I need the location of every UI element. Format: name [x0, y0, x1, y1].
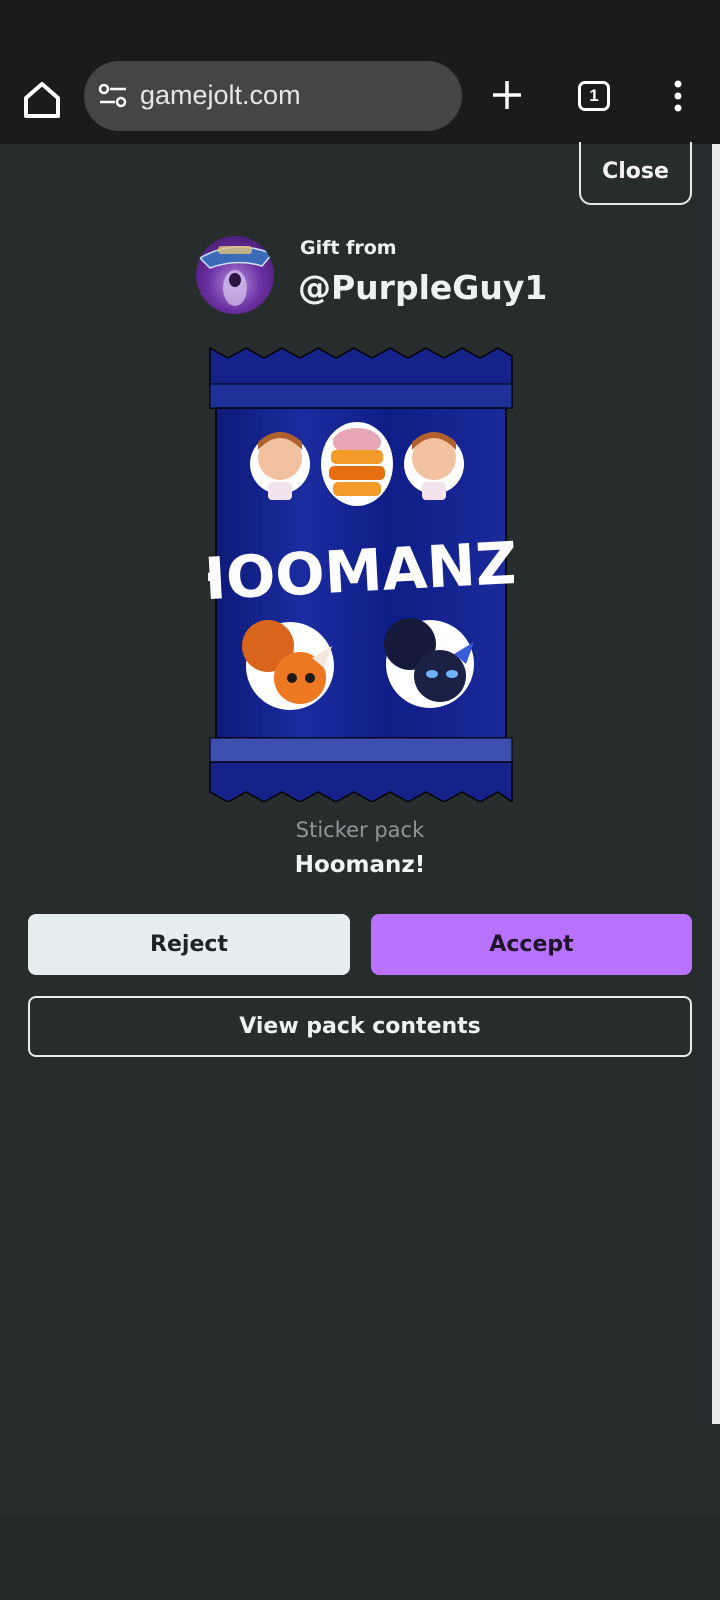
home-icon[interactable]: [20, 78, 64, 122]
navigation-bar: [0, 1514, 720, 1600]
close-button[interactable]: Close: [579, 142, 692, 205]
status-bar: [0, 0, 720, 58]
address-bar[interactable]: gamejolt.com: [84, 61, 462, 131]
can-sticker: [321, 422, 393, 506]
avatar[interactable]: [196, 236, 274, 314]
scrollbar[interactable]: [712, 144, 720, 1424]
view-pack-contents-button[interactable]: View pack contents: [28, 996, 692, 1057]
sticker-pack-image: HOOMANZ!: [208, 346, 514, 802]
gift-from-label: Gift from: [300, 237, 397, 259]
avatar-image: [198, 246, 274, 306]
sender-username[interactable]: @PurpleGuy1: [298, 268, 547, 307]
site-settings-icon[interactable]: [98, 83, 128, 109]
pack-name: Hoomanz!: [294, 852, 426, 878]
more-menu-icon[interactable]: [668, 76, 688, 116]
reject-button[interactable]: Reject: [28, 914, 350, 975]
url-text: gamejolt.com: [140, 80, 301, 110]
browser-toolbar: gamejolt.com 1: [0, 58, 720, 144]
new-tab-icon[interactable]: [490, 78, 524, 112]
accept-button[interactable]: Accept: [371, 914, 692, 975]
tab-switcher-icon[interactable]: 1: [578, 81, 610, 111]
pack-kind-label: Sticker pack: [295, 818, 425, 842]
